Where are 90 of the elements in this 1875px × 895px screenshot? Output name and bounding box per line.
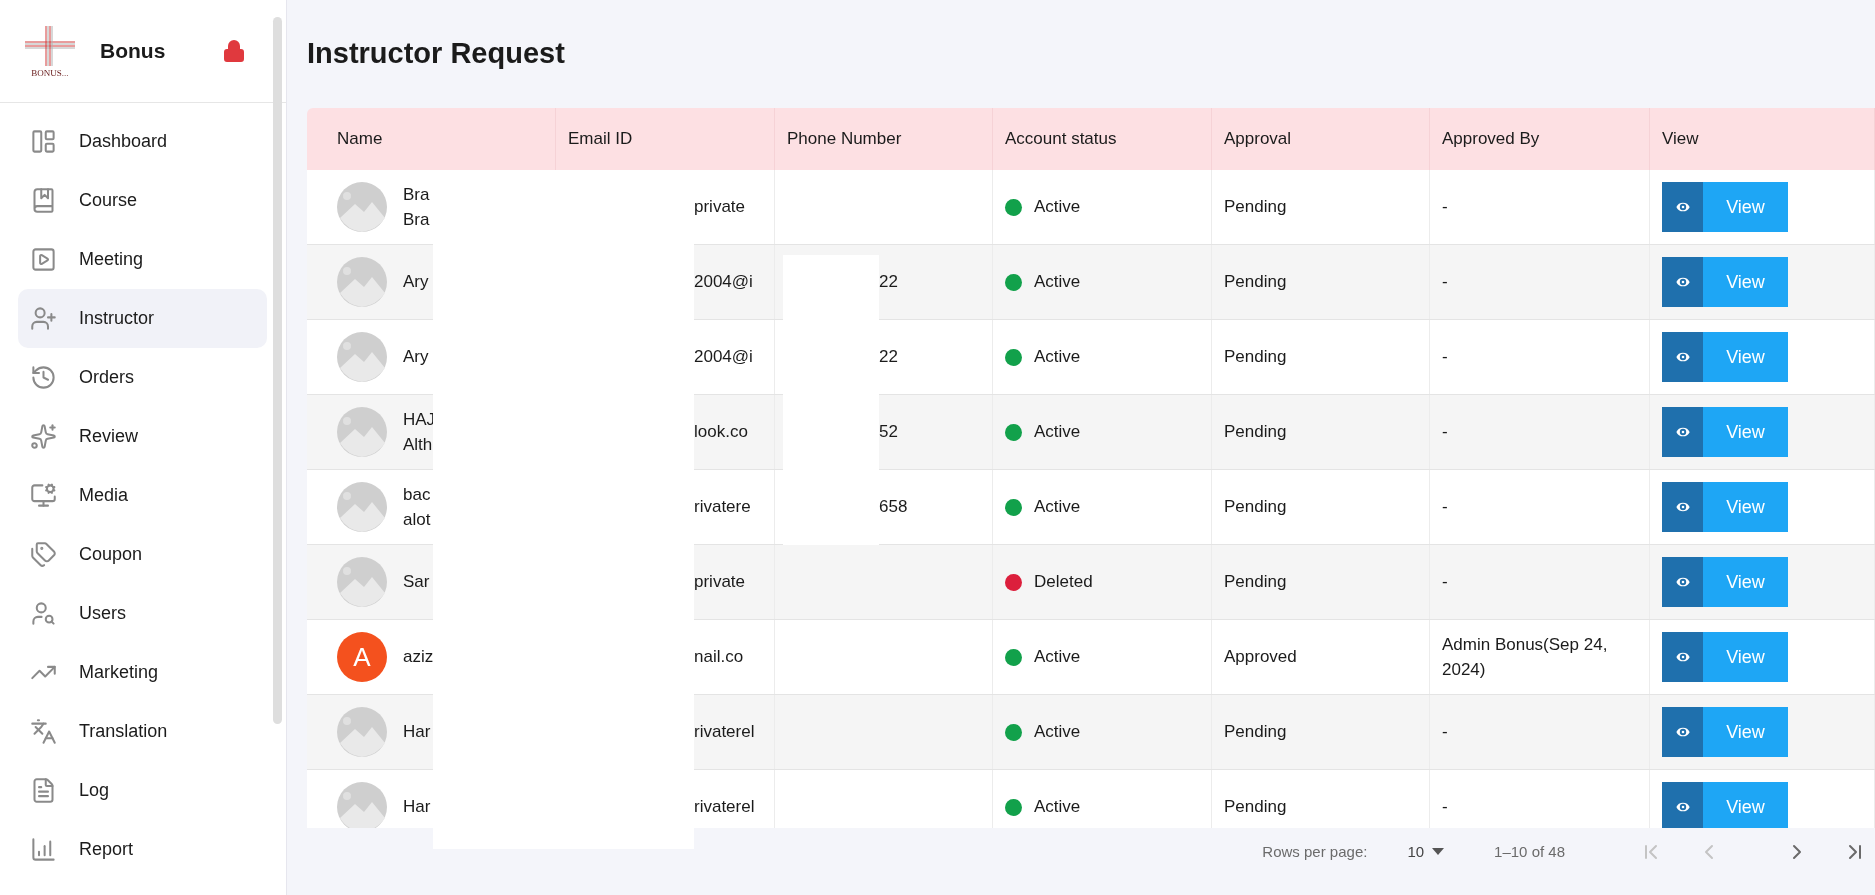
status-text: Active [1034,796,1081,819]
sidebar-item[interactable]: Meeting [18,230,267,289]
approval-text: Pending [1224,196,1287,219]
approval-text: Pending [1224,346,1287,369]
avatar-placeholder-icon [337,482,387,532]
rows-per-page-label: Rows per page: [1262,843,1368,860]
phone-text: 52 [879,421,898,444]
approval-text: Pending [1224,796,1287,819]
logo-caption: BONUS... [31,68,69,78]
email-text: rivaterel [694,796,755,819]
monitor-gear-icon [30,482,57,509]
sidebar-item[interactable]: Instructor [18,289,267,348]
approval-text: Pending [1224,271,1287,294]
instructor-name: Ary [403,346,429,369]
instructor-name: Har [403,721,431,744]
status-text: Active [1034,271,1081,294]
avatar-placeholder-icon [337,707,387,757]
user-plus-icon [30,305,57,332]
status-text: Active [1034,421,1081,444]
phone-text: 22 [879,346,898,369]
avatar-placeholder-icon [337,407,387,457]
approved-by-text: - [1442,421,1448,444]
phone-text: 22 [879,271,898,294]
email-text: private [694,571,746,594]
approval-text: Pending [1224,496,1287,519]
sidebar-item[interactable]: Course [18,171,267,230]
sidebar-item[interactable]: Dashboard [18,112,267,171]
instructor-name: Ary [403,271,429,294]
approval-text: Pending [1224,571,1287,594]
brand-name: Bonus [100,39,167,63]
rows-per-page-select[interactable]: 10 [1407,843,1445,860]
approved-by-text: - [1442,496,1448,519]
sparkles-icon [30,423,57,450]
scrollbar[interactable] [273,17,282,724]
instructor-name: aziz [403,646,434,669]
sidebar-item[interactable]: Log [18,761,267,820]
avatar: A [337,632,387,682]
lock-icon[interactable] [222,39,246,63]
instructor-name: Sar [403,571,430,594]
sidebar-item[interactable]: Review [18,407,267,466]
email-text: 2004@i [694,271,753,294]
instructor-name: Har [403,796,431,819]
email-text: look.co [694,421,748,444]
layout-panel-icon [30,128,57,155]
email-text: rivatere [694,496,751,519]
sidebar-item[interactable]: Coupon [18,525,267,584]
approved-by-text: Admin Bonus(Sep 24, 2024) [1442,633,1609,681]
page-range: 1–10 of 48 [1494,843,1565,860]
tags-icon [30,541,57,568]
email-text: 2004@i [694,346,753,369]
approved-by-text: - [1442,271,1448,294]
phone-text: 658 [879,496,908,519]
status-text: Active [1034,196,1081,219]
avatar-placeholder-icon [337,257,387,307]
status-text: Active [1034,346,1081,369]
approval-text: Approved [1224,646,1297,669]
document-icon [30,777,57,804]
user-search-icon [30,600,57,627]
status-text: Active [1034,646,1081,669]
approved-by-text: - [1442,196,1448,219]
avatar-placeholder-icon [337,332,387,382]
sidebar-item[interactable]: Media [18,466,267,525]
sidebar-item[interactable]: Users [18,584,267,643]
approval-text: Pending [1224,421,1287,444]
sidebar-item[interactable]: Translation [18,702,267,761]
approval-text: Pending [1224,721,1287,744]
status-text: Deleted [1034,571,1093,594]
page-title: Instructor Request [307,35,566,71]
approved-by-text: - [1442,796,1448,819]
bar-chart-icon [30,836,57,863]
approved-by-text: - [1442,721,1448,744]
instructor-name: bac alot [403,483,431,531]
approved-by-text: - [1442,346,1448,369]
avatar-placeholder-icon [337,557,387,607]
email-text: private [694,196,746,219]
bookmark-book-icon [30,187,57,214]
translate-icon [30,718,57,745]
sidebar-item[interactable]: Marketing [18,643,267,702]
caret-icon [1432,847,1445,856]
email-text: nail.co [694,646,744,669]
sidebar-item[interactable]: Orders [18,348,267,407]
cross-logo-icon [23,24,77,68]
status-text: Active [1034,496,1081,519]
avatar-placeholder-icon [337,182,387,232]
approved-by-text: - [1442,571,1448,594]
history-icon [30,364,57,391]
sidebar-item[interactable]: Report [18,820,267,879]
instructor-name: Bra Bra [403,183,430,231]
status-text: Active [1034,721,1081,744]
email-text: rivaterel [694,721,755,744]
